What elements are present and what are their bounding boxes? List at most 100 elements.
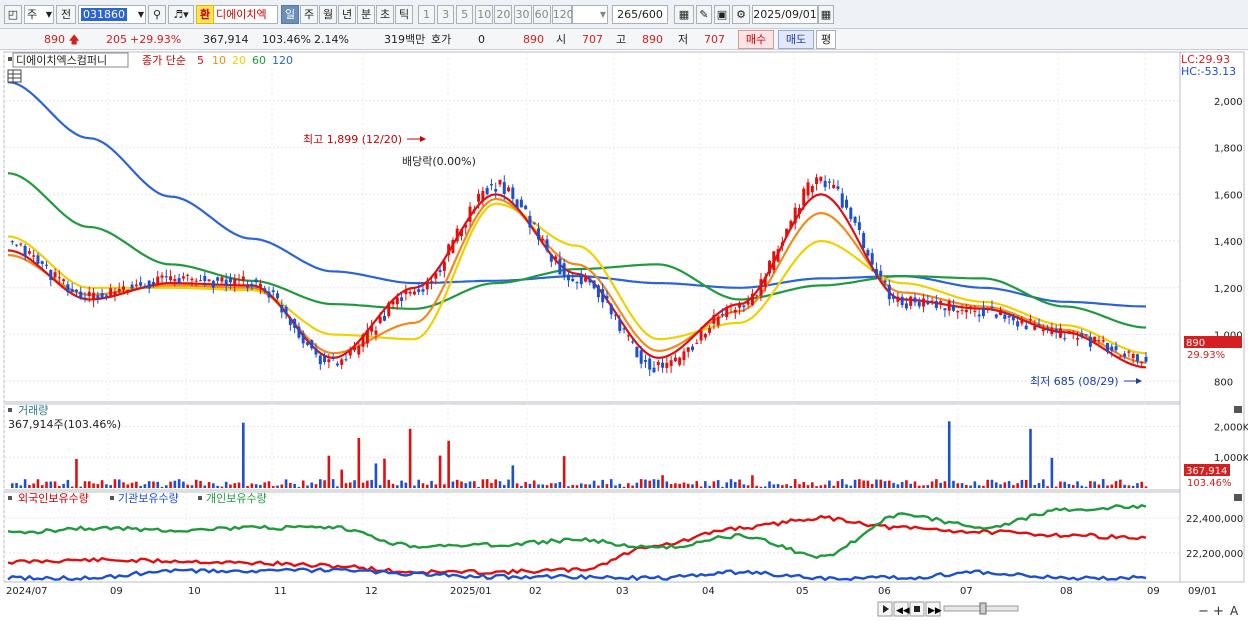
volume-bar: [986, 479, 990, 488]
period-select[interactable]: 주 ▼: [24, 5, 54, 24]
candle: [451, 239, 455, 254]
period-tab[interactable]: 틱: [395, 5, 413, 24]
volume-bar: [344, 483, 348, 488]
candle: [836, 186, 840, 189]
volume-bar: [143, 484, 147, 488]
volume-bar: [438, 455, 442, 488]
zoom-slider-thumb[interactable]: [979, 602, 987, 615]
gear-icon[interactable]: ⚙: [732, 5, 750, 24]
hwan-button[interactable]: 환: [196, 5, 214, 24]
period-tab[interactable]: 주: [300, 5, 318, 24]
volume-bar: [669, 483, 673, 488]
candle: [32, 255, 36, 257]
volume-bar: [947, 421, 951, 488]
volume-value: 367,914: [203, 33, 249, 46]
volume-bar: [601, 479, 604, 488]
volume-bar: [1012, 485, 1015, 488]
volume-bar: [173, 480, 177, 488]
legend-stock-name: 디에이치엑스컴퍼니: [16, 54, 107, 67]
stock-chart[interactable]: 8001,0001,2001,4001,6001,8002,0001,000K2…: [0, 50, 1248, 621]
period-tab[interactable]: 년: [338, 5, 356, 24]
volume-bar: [280, 484, 284, 488]
search-icon[interactable]: ⚲: [148, 5, 166, 24]
volume-bar: [190, 485, 194, 488]
volume-bar: [147, 481, 151, 488]
volume-bar: [605, 484, 609, 488]
buy-button[interactable]: 매수: [738, 30, 774, 49]
stock-code-input[interactable]: 031860 ▼: [78, 5, 146, 24]
candle: [156, 276, 160, 285]
sell-button[interactable]: 매도: [778, 30, 814, 49]
volume-bar: [160, 486, 164, 488]
candle: [729, 305, 733, 307]
period-tab[interactable]: 월: [319, 5, 337, 24]
volume-bar: [70, 486, 74, 488]
layout-icon[interactable]: ◰: [4, 5, 22, 24]
volume-bar: [943, 481, 947, 488]
legend-marker-icon: [8, 408, 12, 412]
period-tab[interactable]: 일: [281, 5, 299, 24]
volume-bar: [939, 482, 942, 488]
volume-bar: [1033, 484, 1037, 488]
forward-icon: ▶▶: [928, 606, 942, 616]
plus-icon[interactable]: +: [1213, 604, 1224, 619]
prev-button[interactable]: 전: [56, 5, 76, 24]
volume-bar: [79, 486, 83, 488]
candle: [134, 284, 138, 287]
candle: [258, 283, 262, 288]
volume-bar: [695, 481, 699, 488]
volume-bar: [973, 481, 977, 488]
speaker-icon[interactable]: ♬▾: [168, 5, 194, 24]
text-tool-icon[interactable]: A: [1230, 604, 1239, 618]
volume-bar: [374, 463, 378, 488]
candle: [622, 328, 626, 330]
interval-tab[interactable]: 120: [551, 5, 574, 24]
close-icon[interactable]: [1234, 406, 1242, 413]
interval-tab[interactable]: 1: [418, 5, 435, 24]
candle: [964, 309, 968, 313]
interval-tab[interactable]: 3: [437, 5, 455, 24]
volume-bar: [900, 481, 904, 488]
period-tab[interactable]: 분: [357, 5, 375, 24]
volume-bar: [122, 482, 125, 488]
interval-tab[interactable]: 5: [456, 5, 474, 24]
volume-bar: [237, 482, 241, 488]
interval-tab[interactable]: 10: [475, 5, 494, 24]
candle: [866, 249, 870, 256]
candle: [104, 295, 108, 297]
legend-ma60: 60: [252, 54, 266, 67]
candle: [434, 273, 438, 279]
y-tick-label: 2,000K: [1214, 422, 1248, 433]
candle-icon[interactable]: ▦: [674, 5, 694, 24]
volume-bar: [297, 486, 301, 488]
volume-bar: [425, 484, 429, 488]
minus-icon[interactable]: −: [1198, 604, 1209, 619]
close-icon[interactable]: [1234, 494, 1242, 501]
calendar-icon[interactable]: ▦: [818, 5, 834, 24]
candle: [19, 243, 23, 245]
volume-bar: [75, 458, 78, 488]
interval-select[interactable]: ▼: [572, 5, 608, 24]
candle: [703, 333, 707, 338]
candle: [378, 316, 382, 324]
data-count-input[interactable]: 265/600: [612, 5, 668, 24]
candle: [785, 228, 789, 237]
draw-icon[interactable]: ✎: [696, 5, 712, 24]
candle: [665, 362, 669, 368]
date-input[interactable]: 2025/09/01: [752, 5, 818, 24]
period-tab[interactable]: 초: [376, 5, 394, 24]
table-icon[interactable]: [7, 69, 22, 83]
interval-tab[interactable]: 60: [532, 5, 551, 24]
interval-tab[interactable]: 30: [513, 5, 532, 24]
volume-bar: [289, 482, 292, 488]
candle: [357, 345, 361, 355]
interval-tab[interactable]: 20: [494, 5, 513, 24]
avg-button[interactable]: 평: [816, 30, 836, 49]
stop-icon: [914, 606, 920, 612]
volume-bar: [917, 485, 921, 488]
save-icon[interactable]: ▣: [714, 5, 730, 24]
candle: [639, 350, 643, 364]
volume-bar: [481, 479, 485, 488]
candle: [1071, 332, 1075, 335]
volume-bar: [1067, 484, 1071, 488]
